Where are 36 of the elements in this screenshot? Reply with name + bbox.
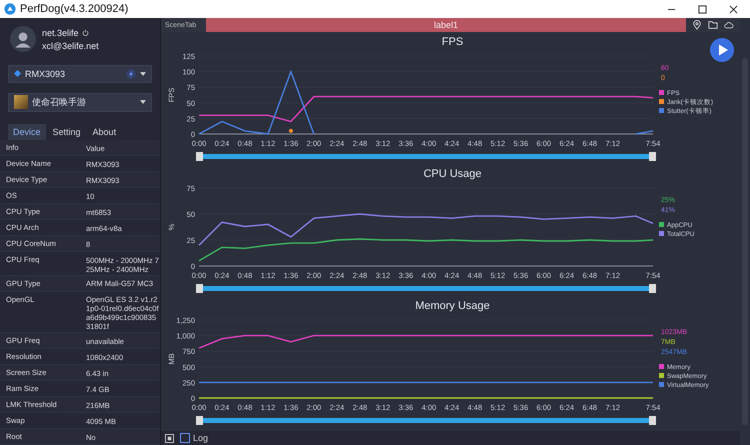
diamond-icon [14,70,21,78]
user-name: net.3elife [42,28,79,38]
app-icon [14,95,28,110]
tab[interactable]: Setting [48,124,86,140]
location-pin-icon[interactable] [692,20,702,30]
screenshot-icon[interactable] [165,434,174,442]
slider-handle[interactable] [649,416,656,425]
slider-handle[interactable] [196,416,203,425]
app-logo-icon [4,3,16,15]
device-dropdown[interactable]: RMX3093 [8,64,152,83]
avatar-icon [10,26,36,52]
folder-icon[interactable] [708,20,718,30]
user-email: xcl@3elife.net [42,40,99,51]
caret-icon [140,100,146,104]
slider-handle[interactable] [196,284,203,293]
power-icon[interactable] [82,29,89,36]
window-title: PerfDog(v4.3.200924) [20,3,128,15]
tab[interactable]: About [88,124,122,140]
lightning-icon[interactable] [126,68,136,79]
tab[interactable]: Device [8,124,46,140]
scene-label-bar: label1 [206,18,686,32]
chart-title: CPU Usage [423,168,482,180]
maximize-icon[interactable] [698,4,707,14]
log-label: Log [193,433,208,443]
cloud-icon[interactable] [724,20,734,30]
slider-handle[interactable] [649,284,656,293]
close-icon[interactable] [729,4,738,14]
log-checkbox[interactable] [180,433,190,443]
chart-title: FPS [442,36,464,48]
app-dropdown[interactable]: 使命召唤手游 [8,92,152,112]
play-icon[interactable] [710,38,734,62]
series-point [288,128,293,133]
chart-title: Memory Usage [415,300,490,312]
caret-icon [140,72,146,76]
slider-handle[interactable] [196,152,203,161]
slider-handle[interactable] [649,152,656,161]
